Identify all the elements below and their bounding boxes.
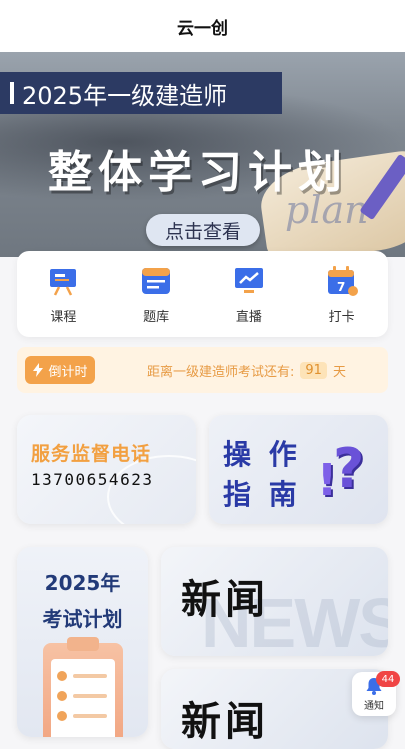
news-title: 新闻 [181,577,269,623]
lightning-icon [33,363,44,377]
countdown-pill-label: 倒计时 [48,364,88,380]
banner-tag-text: 2025年一级建造师 [22,81,228,110]
top-bar: 云一创 [0,0,405,52]
exam-plan-card[interactable]: 2025年 考试计划 [17,547,148,737]
news-title: 新闻 [181,699,269,745]
guide-title-line1: 操 作 [223,438,301,471]
clipboard-clip [67,637,99,651]
quick-menu: 课程 题库 直播 7 打卡 [17,251,388,337]
exam-countdown: 倒计时 距离一级建造师考试还有: 91 天 [17,347,388,393]
service-hotline-number: 13700654623 [31,470,154,489]
question-bank-icon [142,267,171,294]
guide-title-line2: 指 南 [223,478,301,511]
notification-label: 通知 [364,701,384,712]
checklist-line [73,674,107,678]
service-hotline-title: 服务监督电话 [31,443,152,465]
menu-item-label: 题库 [143,309,170,325]
notification-button[interactable]: 通知 44 [352,671,400,716]
menu-item-label: 打卡 [328,309,355,325]
check-icon [57,691,67,701]
notification-badge: 44 [376,671,400,687]
operation-guide-card[interactable]: 操 作 指 南 ! ? [209,415,388,524]
menu-item-label: 课程 [50,309,77,325]
menu-item-course[interactable]: 课程 [28,264,98,325]
promo-banner[interactable]: 2025年一级建造师 plan 整体学习计划 点击查看 [0,52,405,257]
banner-view-button[interactable]: 点击查看 [146,214,260,246]
service-hotline-card[interactable]: 服务监督电话 13700654623 [17,415,196,524]
banner-tag: 2025年一级建造师 [0,72,282,114]
countdown-days: 91 [300,361,327,379]
banner-headline: 整体学习计划 [48,147,348,198]
plan-label: 考试计划 [42,607,123,631]
plan-year: 2025年 [44,571,121,595]
presentation-board-icon [50,268,77,296]
checklist-line [73,694,107,698]
menu-item-checkin[interactable]: 7 打卡 [307,264,377,325]
news-card[interactable]: NEWS 新闻 [161,547,388,656]
tag-bar-decoration [10,82,14,104]
countdown-pill: 倒计时 [25,356,95,384]
countdown-unit: 天 [332,364,346,380]
check-icon [57,671,67,681]
countdown-description: 距离一级建造师考试还有: [147,364,295,380]
app-title: 云一创 [177,18,228,39]
menu-item-question-bank[interactable]: 题库 [121,264,191,325]
checklist-line [73,714,107,718]
menu-item-label: 直播 [235,309,262,325]
countdown-text: 距离一级建造师考试还有: 91 天 [147,361,346,380]
question-mark-icon: ? [333,437,365,500]
menu-item-live[interactable]: 直播 [214,264,284,325]
calendar-day-number: 7 [337,280,345,294]
calendar-checkin-icon: 7 [327,265,358,296]
live-monitor-icon [234,267,263,293]
